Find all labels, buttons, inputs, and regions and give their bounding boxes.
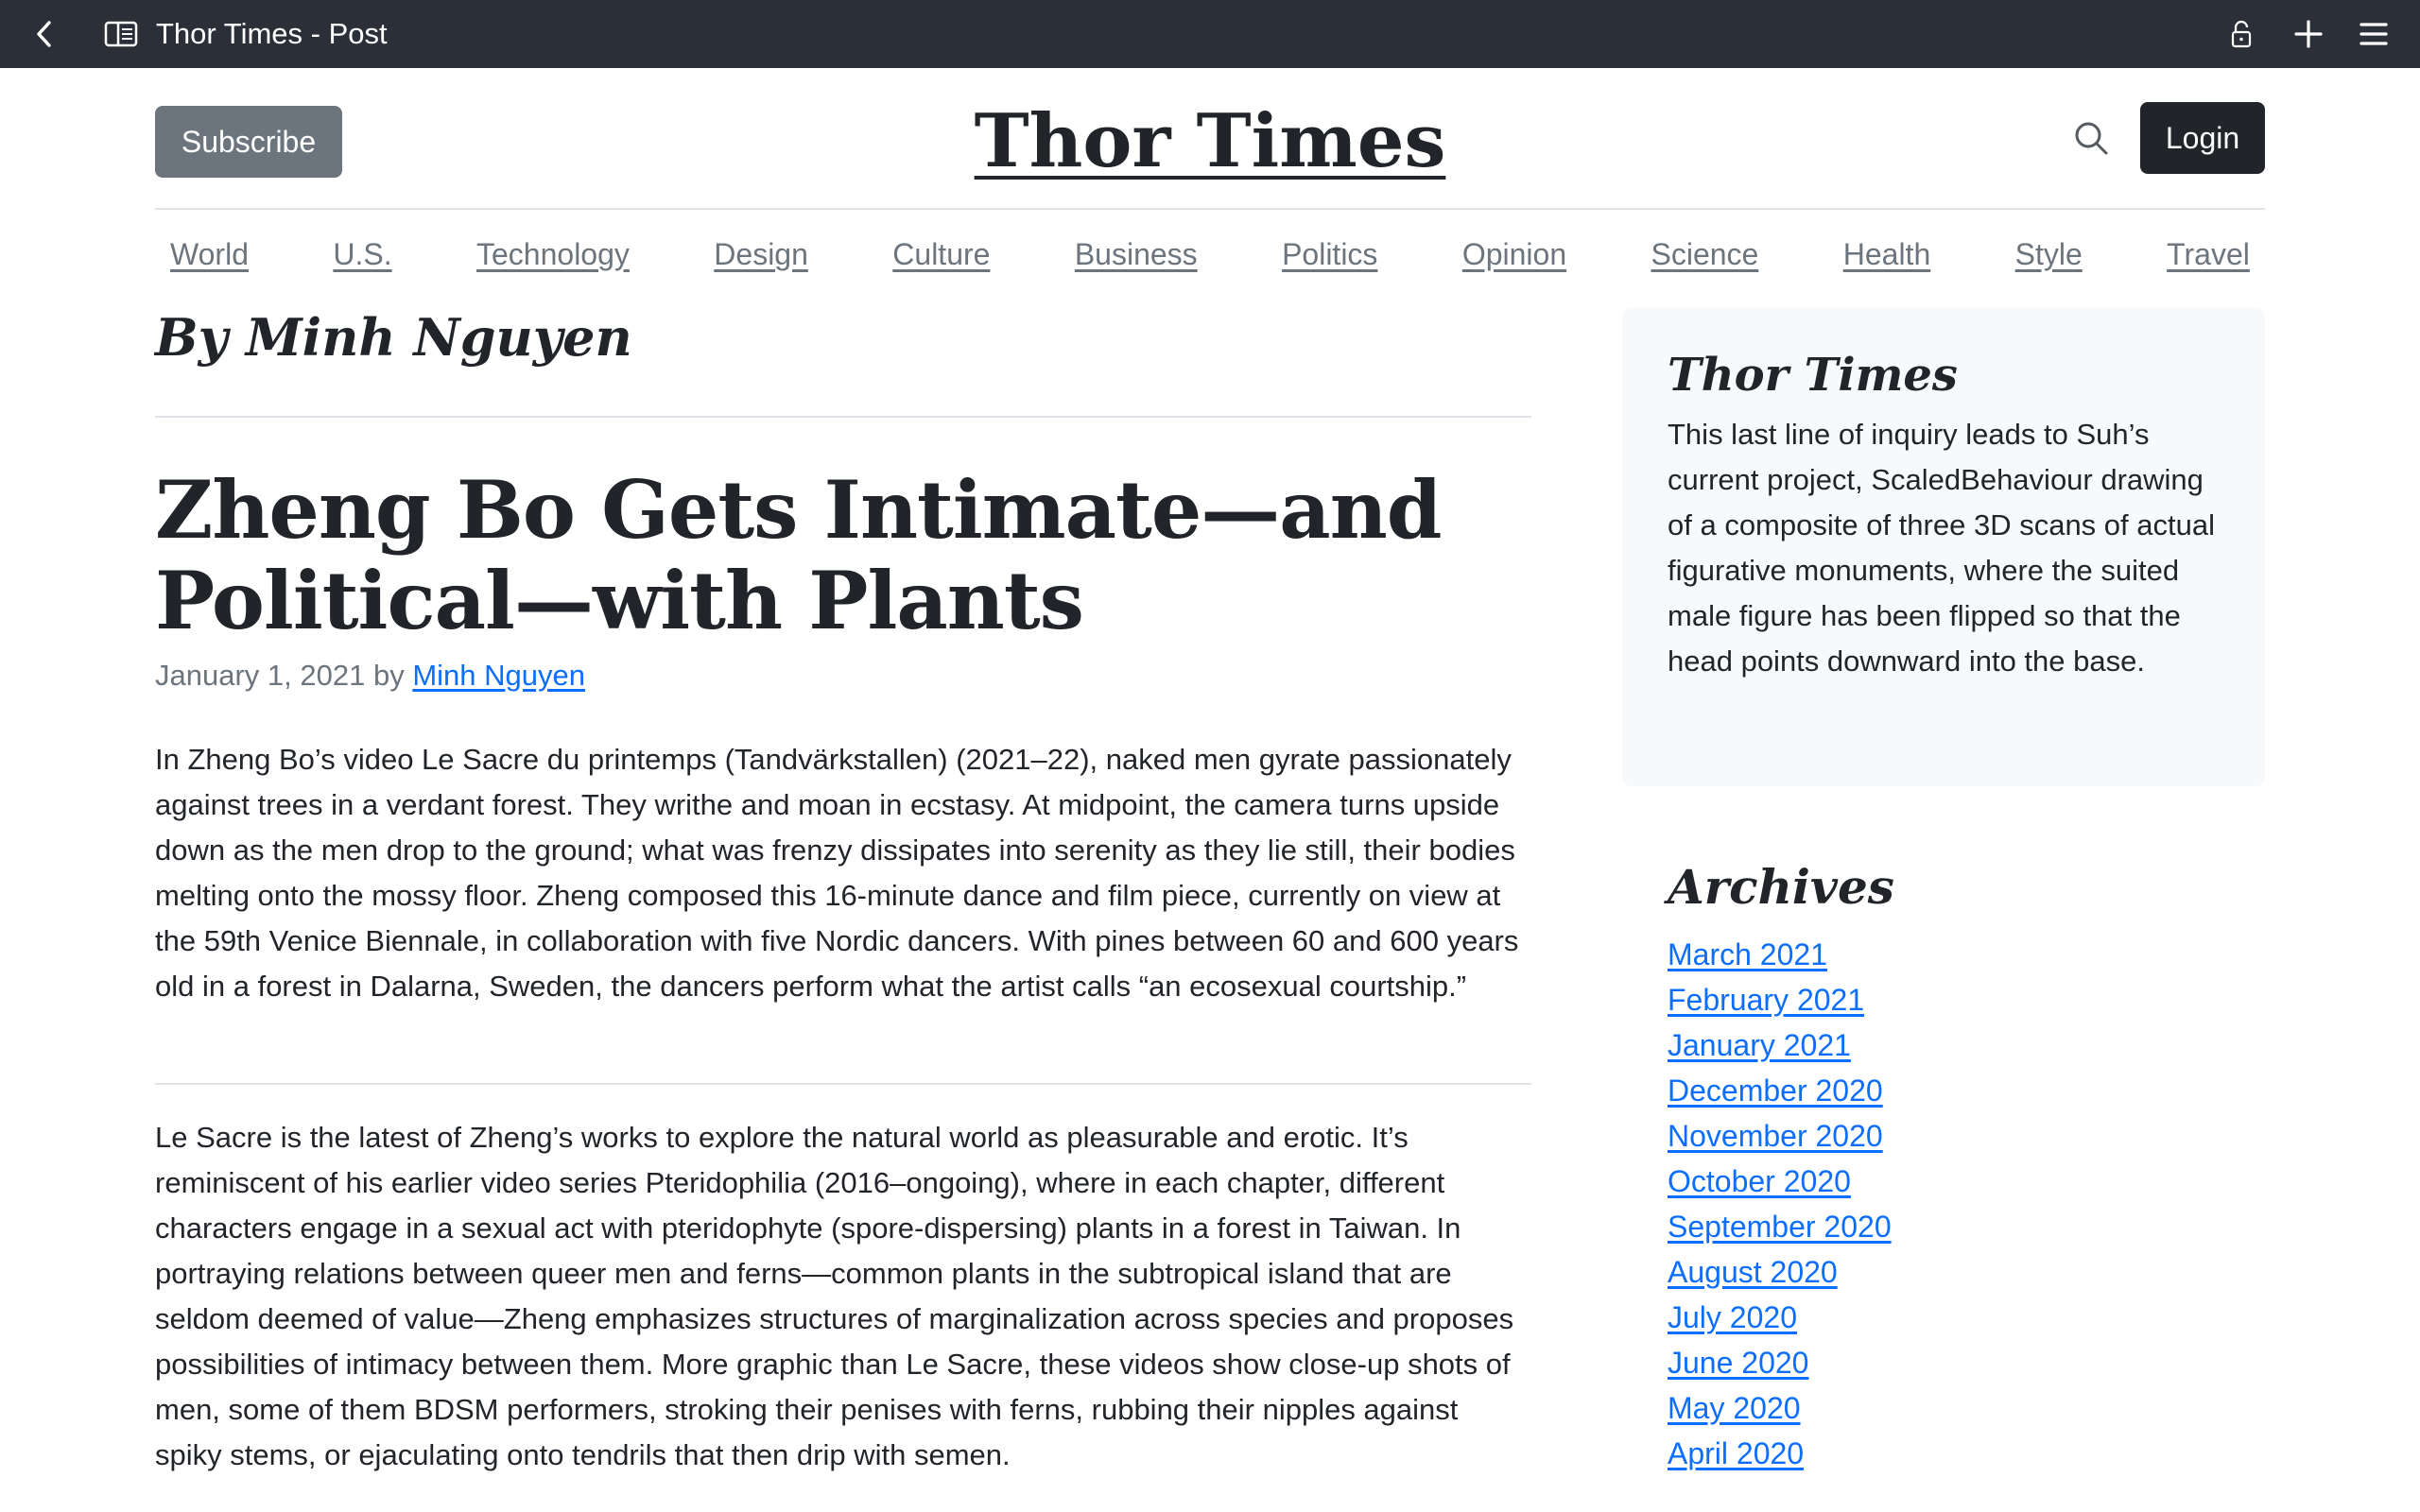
archive-link[interactable]: December 2020 — [1668, 1074, 1883, 1108]
article-title: Zheng Bo Gets Intimate—and Political—wit… — [155, 463, 1443, 647]
nav-item-design[interactable]: Design — [714, 231, 808, 278]
login-button[interactable]: Login — [2140, 102, 2265, 174]
list-item: October 2020 — [1668, 1159, 1892, 1204]
nav-item-us[interactable]: U.S. — [333, 231, 391, 278]
archive-link[interactable]: August 2020 — [1668, 1255, 1838, 1289]
list-item: July 2020 — [1668, 1295, 1892, 1340]
divider — [155, 1083, 1531, 1085]
post-date: January 1, 2021 — [155, 659, 366, 692]
nav-item-world[interactable]: World — [170, 231, 249, 278]
nav-item-culture[interactable]: Culture — [892, 231, 990, 278]
post-meta: January 1, 2021 by Minh Nguyen — [155, 654, 585, 697]
article-paragraph: Le Sacre is the latest of Zheng’s works … — [155, 1121, 1514, 1471]
header-divider — [155, 208, 2265, 210]
archive-link[interactable]: February 2021 — [1668, 983, 1864, 1017]
browser-toolbar: Thor Times - Post — [0, 0, 2420, 68]
archive-link[interactable]: May 2020 — [1668, 1391, 1801, 1425]
list-item: August 2020 — [1668, 1249, 1892, 1295]
category-nav: World U.S. Technology Design Culture Bus… — [155, 231, 2265, 278]
search-icon[interactable] — [2072, 119, 2110, 157]
nav-item-politics[interactable]: Politics — [1282, 231, 1377, 278]
nav-item-opinion[interactable]: Opinion — [1462, 231, 1566, 278]
archives-title: Archives — [1668, 859, 1894, 915]
archive-link[interactable]: April 2020 — [1668, 1436, 1804, 1470]
archive-link[interactable]: March 2021 — [1668, 937, 1827, 971]
plus-icon[interactable] — [2291, 17, 2325, 51]
author-link[interactable]: Minh Nguyen — [412, 659, 585, 692]
reader-view-icon[interactable] — [104, 21, 138, 47]
list-item: December 2020 — [1668, 1068, 1892, 1113]
nav-item-science[interactable]: Science — [1651, 231, 1759, 278]
hamburger-menu-icon[interactable] — [2358, 19, 2390, 49]
about-text: This last line of inquiry leads to Suh’s… — [1668, 418, 2215, 678]
chevron-left-icon[interactable] — [28, 17, 62, 51]
article-paragraph: In Zheng Bo’s video Le Sacre du printemp… — [155, 743, 1519, 1003]
archive-link[interactable]: October 2020 — [1668, 1164, 1851, 1198]
archive-link[interactable]: June 2020 — [1668, 1346, 1808, 1380]
archive-link[interactable]: July 2020 — [1668, 1300, 1797, 1334]
list-item: November 2020 — [1668, 1113, 1892, 1159]
list-item: March 2021 — [1668, 932, 1892, 977]
nav-item-health[interactable]: Health — [1843, 231, 1931, 278]
author-heading: By Minh Nguyen — [155, 307, 632, 368]
list-item: June 2020 — [1668, 1340, 1892, 1385]
list-item: February 2021 — [1668, 977, 1892, 1022]
about-card: Thor Times This last line of inquiry lea… — [1622, 308, 2265, 786]
nav-item-business[interactable]: Business — [1075, 231, 1198, 278]
divider — [155, 416, 1531, 418]
site-title-link[interactable]: Thor Times — [975, 98, 1446, 184]
list-item: May 2020 — [1668, 1385, 1892, 1431]
archive-link[interactable]: September 2020 — [1668, 1210, 1892, 1244]
lock-icon[interactable] — [2227, 19, 2256, 49]
tab-title: Thor Times - Post — [156, 17, 388, 50]
nav-item-travel[interactable]: Travel — [2167, 231, 2250, 278]
archive-link[interactable]: January 2021 — [1668, 1028, 1851, 1062]
archives-list: March 2021 February 2021 January 2021 De… — [1668, 932, 1892, 1476]
by-word: by — [372, 659, 405, 692]
list-item: April 2020 — [1668, 1431, 1892, 1476]
list-item: September 2020 — [1668, 1204, 1892, 1249]
about-title: Thor Times — [1668, 349, 1958, 402]
nav-item-style[interactable]: Style — [2015, 231, 2083, 278]
list-item: January 2021 — [1668, 1022, 1892, 1068]
site-title: Thor Times — [0, 94, 2420, 189]
nav-item-technology[interactable]: Technology — [476, 231, 630, 278]
archive-link[interactable]: November 2020 — [1668, 1119, 1883, 1153]
